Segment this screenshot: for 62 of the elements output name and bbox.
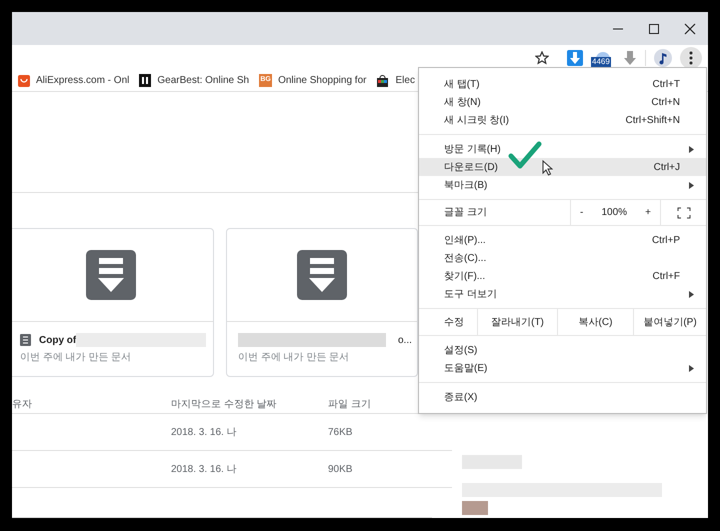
mouse-pointer-icon xyxy=(542,160,553,176)
zoom-level: 100% xyxy=(601,206,628,220)
shopping-bag-icon xyxy=(376,74,390,88)
table-cell-text: 2018. 3. 16. 나 xyxy=(171,426,238,440)
table-cell-text: 76KB xyxy=(328,426,354,440)
menu-item[interactable]: 새 창(N) Ctrl+N xyxy=(419,93,706,111)
file-subtitle: 이번 주에 내가 만든 문서 xyxy=(20,351,132,365)
edit-button[interactable]: 잘라내기(T) xyxy=(477,309,557,335)
close-icon[interactable] xyxy=(684,22,696,34)
file-card[interactable]: Copy of 이번 주에 내가 만든 문서 xyxy=(12,228,214,377)
download-arrow-icon[interactable] xyxy=(567,50,583,66)
menu-item[interactable]: 방문 기록(H) xyxy=(419,140,706,158)
table-cell-text: 2018. 3. 16. 나 xyxy=(171,462,238,476)
download-arrow-icon[interactable] xyxy=(623,50,637,66)
menu-item[interactable]: 도구 더보기 xyxy=(419,285,706,303)
file-thumbnail-icon xyxy=(86,250,136,300)
zoom-in-button[interactable]: + xyxy=(645,205,651,220)
column-header[interactable]: 유자 xyxy=(12,397,171,413)
table-cell-text: 90KB xyxy=(328,462,354,476)
bookmark-link[interactable]: Elec xyxy=(395,73,415,88)
shortcut-text: Ctrl+Shift+N xyxy=(626,114,680,128)
file-subtitle: 이번 주에 내가 만든 문서 xyxy=(238,351,350,365)
fullscreen-icon[interactable] xyxy=(676,206,690,218)
file-title: Copy of xyxy=(39,334,76,348)
shopping-bag-icon xyxy=(18,74,30,87)
edit-button[interactable]: 복사(C) xyxy=(557,309,633,335)
check-mark-icon xyxy=(508,141,542,169)
menu-item[interactable]: 설정(S) xyxy=(419,341,706,359)
document-icon xyxy=(20,334,31,346)
extension-badge: 4469 xyxy=(591,56,611,67)
column-header[interactable]: 마지막으로 수정한 날짜 xyxy=(171,397,328,413)
edit-button[interactable]: 붙여넣기(P) xyxy=(633,309,706,335)
blurred-photo xyxy=(462,501,488,515)
zoom-out-button[interactable]: - xyxy=(580,205,584,220)
file-title: o... xyxy=(398,334,412,348)
menu-item[interactable]: 찾기(F)... Ctrl+F xyxy=(419,267,706,285)
shortcut-text: Ctrl+N xyxy=(651,96,680,110)
menu-item[interactable]: 북마크(B) xyxy=(419,176,706,194)
menu-item[interactable]: 다운로드(D) Ctrl+J xyxy=(419,158,706,176)
menu-label: 수정 xyxy=(443,316,465,330)
menu-icon xyxy=(689,50,693,65)
menu-item[interactable]: 종료(X) xyxy=(419,388,706,406)
shortcut-text: Ctrl+F xyxy=(652,270,680,284)
menu-label: 글꼴 크기 xyxy=(443,206,488,220)
shortcut-text: Ctrl+T xyxy=(652,78,680,92)
site-logo-icon xyxy=(139,74,152,88)
shortcut-text: Ctrl+P xyxy=(652,234,680,248)
music-note-icon[interactable] xyxy=(654,48,672,67)
menu-item[interactable]: 인쇄(P)... Ctrl+P xyxy=(419,231,706,249)
maximize-icon[interactable] xyxy=(648,22,660,34)
menu-item[interactable]: 전송(C)... xyxy=(419,249,706,267)
shortcut-text: Ctrl+J xyxy=(654,160,680,174)
file-card[interactable]: o... 이번 주에 내가 만든 문서 xyxy=(226,228,418,377)
bookmark-link[interactable]: AliExpress.com - Onl xyxy=(36,73,130,88)
file-thumbnail-icon xyxy=(297,250,347,300)
menu-item[interactable]: 새 시크릿 창(I) Ctrl+Shift+N xyxy=(419,111,706,129)
bookmark-link[interactable]: GearBest: Online Sh xyxy=(157,73,250,88)
menu-item[interactable]: 새 탭(T) Ctrl+T xyxy=(419,75,706,93)
menu-button[interactable] xyxy=(680,46,702,69)
bookmark-link[interactable]: Online Shopping for xyxy=(278,73,366,88)
menu-item[interactable]: 도움말(E) xyxy=(419,359,706,377)
bookmark-star-icon[interactable] xyxy=(535,50,549,65)
